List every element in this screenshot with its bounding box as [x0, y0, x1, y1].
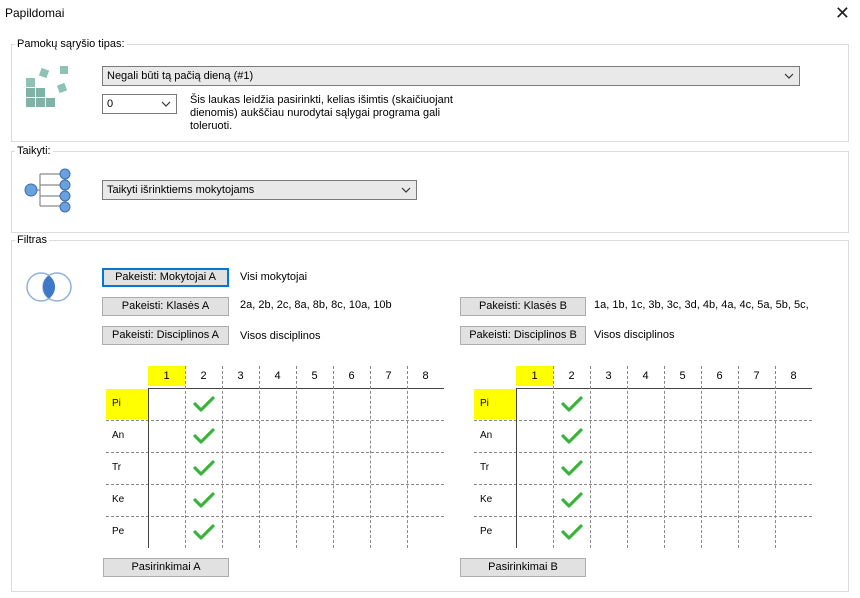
change-classes-a-button[interactable]: Pakeisti: Klasės A [102, 297, 229, 316]
close-icon[interactable]: ✕ [835, 4, 850, 22]
grid-column-separator [222, 366, 223, 548]
check-icon [192, 396, 215, 412]
venn-icon [26, 272, 72, 302]
grid-row-label[interactable]: Ke [474, 485, 516, 515]
chevron-down-icon [784, 73, 794, 79]
grid-column-separator [590, 366, 591, 548]
grid-row-label[interactable]: An [474, 421, 516, 451]
grid-column-separator [701, 366, 702, 548]
grid-row-separator [106, 420, 444, 421]
relation-type-value: Negali būti tą pačią dieną (#1) [107, 70, 254, 82]
grid-column-header[interactable]: 2 [553, 366, 590, 386]
check-icon [192, 428, 215, 444]
chevron-down-icon [401, 187, 411, 193]
grid-column-separator [738, 366, 739, 548]
change-subjects-a-button[interactable]: Pakeisti: Disciplinos A [102, 326, 229, 345]
blocks-icon [26, 66, 68, 107]
tree-icon [24, 168, 71, 213]
check-icon [192, 460, 215, 476]
grid-row-label[interactable]: An [106, 421, 148, 451]
grid-row-label[interactable]: Ke [106, 485, 148, 515]
grid-column-header[interactable]: 3 [222, 366, 259, 386]
apply-value: Taikyti išrinktiems mokytojams [107, 184, 255, 196]
filter-label: Filtras [15, 234, 49, 246]
grid-row-separator [474, 452, 812, 453]
grid-column-separator [775, 366, 776, 548]
classes-b-value: 1a, 1b, 1c, 3b, 3c, 3d, 4b, 4a, 4c, 5a, … [594, 299, 809, 313]
window-title: Papildomai [5, 6, 65, 20]
grid-row-separator [106, 516, 444, 517]
grid-column-separator [370, 366, 371, 548]
grid-row-label[interactable]: Pe [474, 517, 516, 547]
check-icon [560, 460, 583, 476]
grid-column-header[interactable]: 1 [516, 366, 553, 386]
grid-column-header[interactable]: 7 [738, 366, 775, 386]
grid-column-separator [407, 366, 408, 548]
relation-type-select[interactable]: Negali būti tą pačią dieną (#1) [102, 66, 800, 86]
title-bar: Papildomai ✕ [0, 0, 860, 30]
grid-column-header[interactable]: 6 [333, 366, 370, 386]
chevron-down-icon [161, 101, 171, 107]
grid-column-header[interactable]: 8 [775, 366, 812, 386]
change-subjects-b-button[interactable]: Pakeisti: Disciplinos B [460, 326, 586, 345]
grid-column-header[interactable]: 5 [664, 366, 701, 386]
grid-row-separator [106, 452, 444, 453]
grid-column-separator [664, 366, 665, 548]
apply-select[interactable]: Taikyti išrinktiems mokytojams [102, 180, 417, 200]
check-icon [560, 396, 583, 412]
change-classes-b-button[interactable]: Pakeisti: Klasės B [460, 297, 586, 316]
grid-row-label[interactable]: Pi [106, 389, 148, 419]
tolerance-description: Šis laukas leidžia pasirinkti, kelias iš… [190, 94, 453, 132]
teachers-a-value: Visi mokytojai [240, 271, 308, 283]
grid-column-separator [516, 388, 517, 548]
grid-b[interactable]: 1 2 3 4 5 6 7 8 Pi An Tr Ke Pe [474, 366, 814, 550]
grid-column-separator [296, 366, 297, 548]
grid-row-label[interactable]: Tr [106, 453, 148, 483]
check-icon [560, 492, 583, 508]
grid-column-separator [259, 366, 260, 548]
check-icon [560, 524, 583, 540]
grid-row-separator [106, 484, 444, 485]
check-icon [560, 428, 583, 444]
choices-a-button[interactable]: Pasirinkimai A [103, 558, 229, 577]
grid-column-separator [553, 366, 554, 548]
tolerance-value: 0 [107, 98, 114, 110]
subjects-b-value: Visos disciplinos [594, 329, 675, 341]
check-icon [192, 492, 215, 508]
subjects-a-value: Visos disciplinos [240, 330, 321, 342]
grid-row-label[interactable]: Pe [106, 517, 148, 547]
check-icon [192, 524, 215, 540]
grid-a[interactable]: 1 2 3 4 5 6 7 8 Pi An Tr Ke Pe [106, 366, 446, 550]
grid-column-header[interactable]: 4 [627, 366, 664, 386]
grid-column-header[interactable]: 4 [259, 366, 296, 386]
grid-column-header[interactable]: 8 [407, 366, 444, 386]
grid-column-separator [148, 388, 149, 548]
grid-row-separator [474, 420, 812, 421]
grid-column-header[interactable]: 1 [148, 366, 185, 386]
grid-row-label[interactable]: Tr [474, 453, 516, 483]
grid-column-header[interactable]: 6 [701, 366, 738, 386]
choices-b-button[interactable]: Pasirinkimai B [460, 558, 586, 577]
grid-column-separator [627, 366, 628, 548]
grid-column-header[interactable]: 5 [296, 366, 333, 386]
apply-label: Taikyti: [15, 145, 53, 157]
grid-row-separator [474, 484, 812, 485]
grid-row-label[interactable]: Pi [474, 389, 516, 419]
grid-column-header[interactable]: 7 [370, 366, 407, 386]
grid-row-separator [474, 516, 812, 517]
grid-column-header[interactable]: 3 [590, 366, 627, 386]
grid-column-separator [185, 366, 186, 548]
grid-column-separator [333, 366, 334, 548]
relation-type-label: Pamokų sąryšio tipas: [15, 38, 127, 50]
tolerance-select[interactable]: 0 [102, 94, 177, 114]
change-teachers-a-button[interactable]: Pakeisti: Mokytojai A [102, 268, 229, 287]
grid-column-header[interactable]: 2 [185, 366, 222, 386]
classes-a-value: 2a, 2b, 2c, 8a, 8b, 8c, 10a, 10b [240, 299, 392, 311]
